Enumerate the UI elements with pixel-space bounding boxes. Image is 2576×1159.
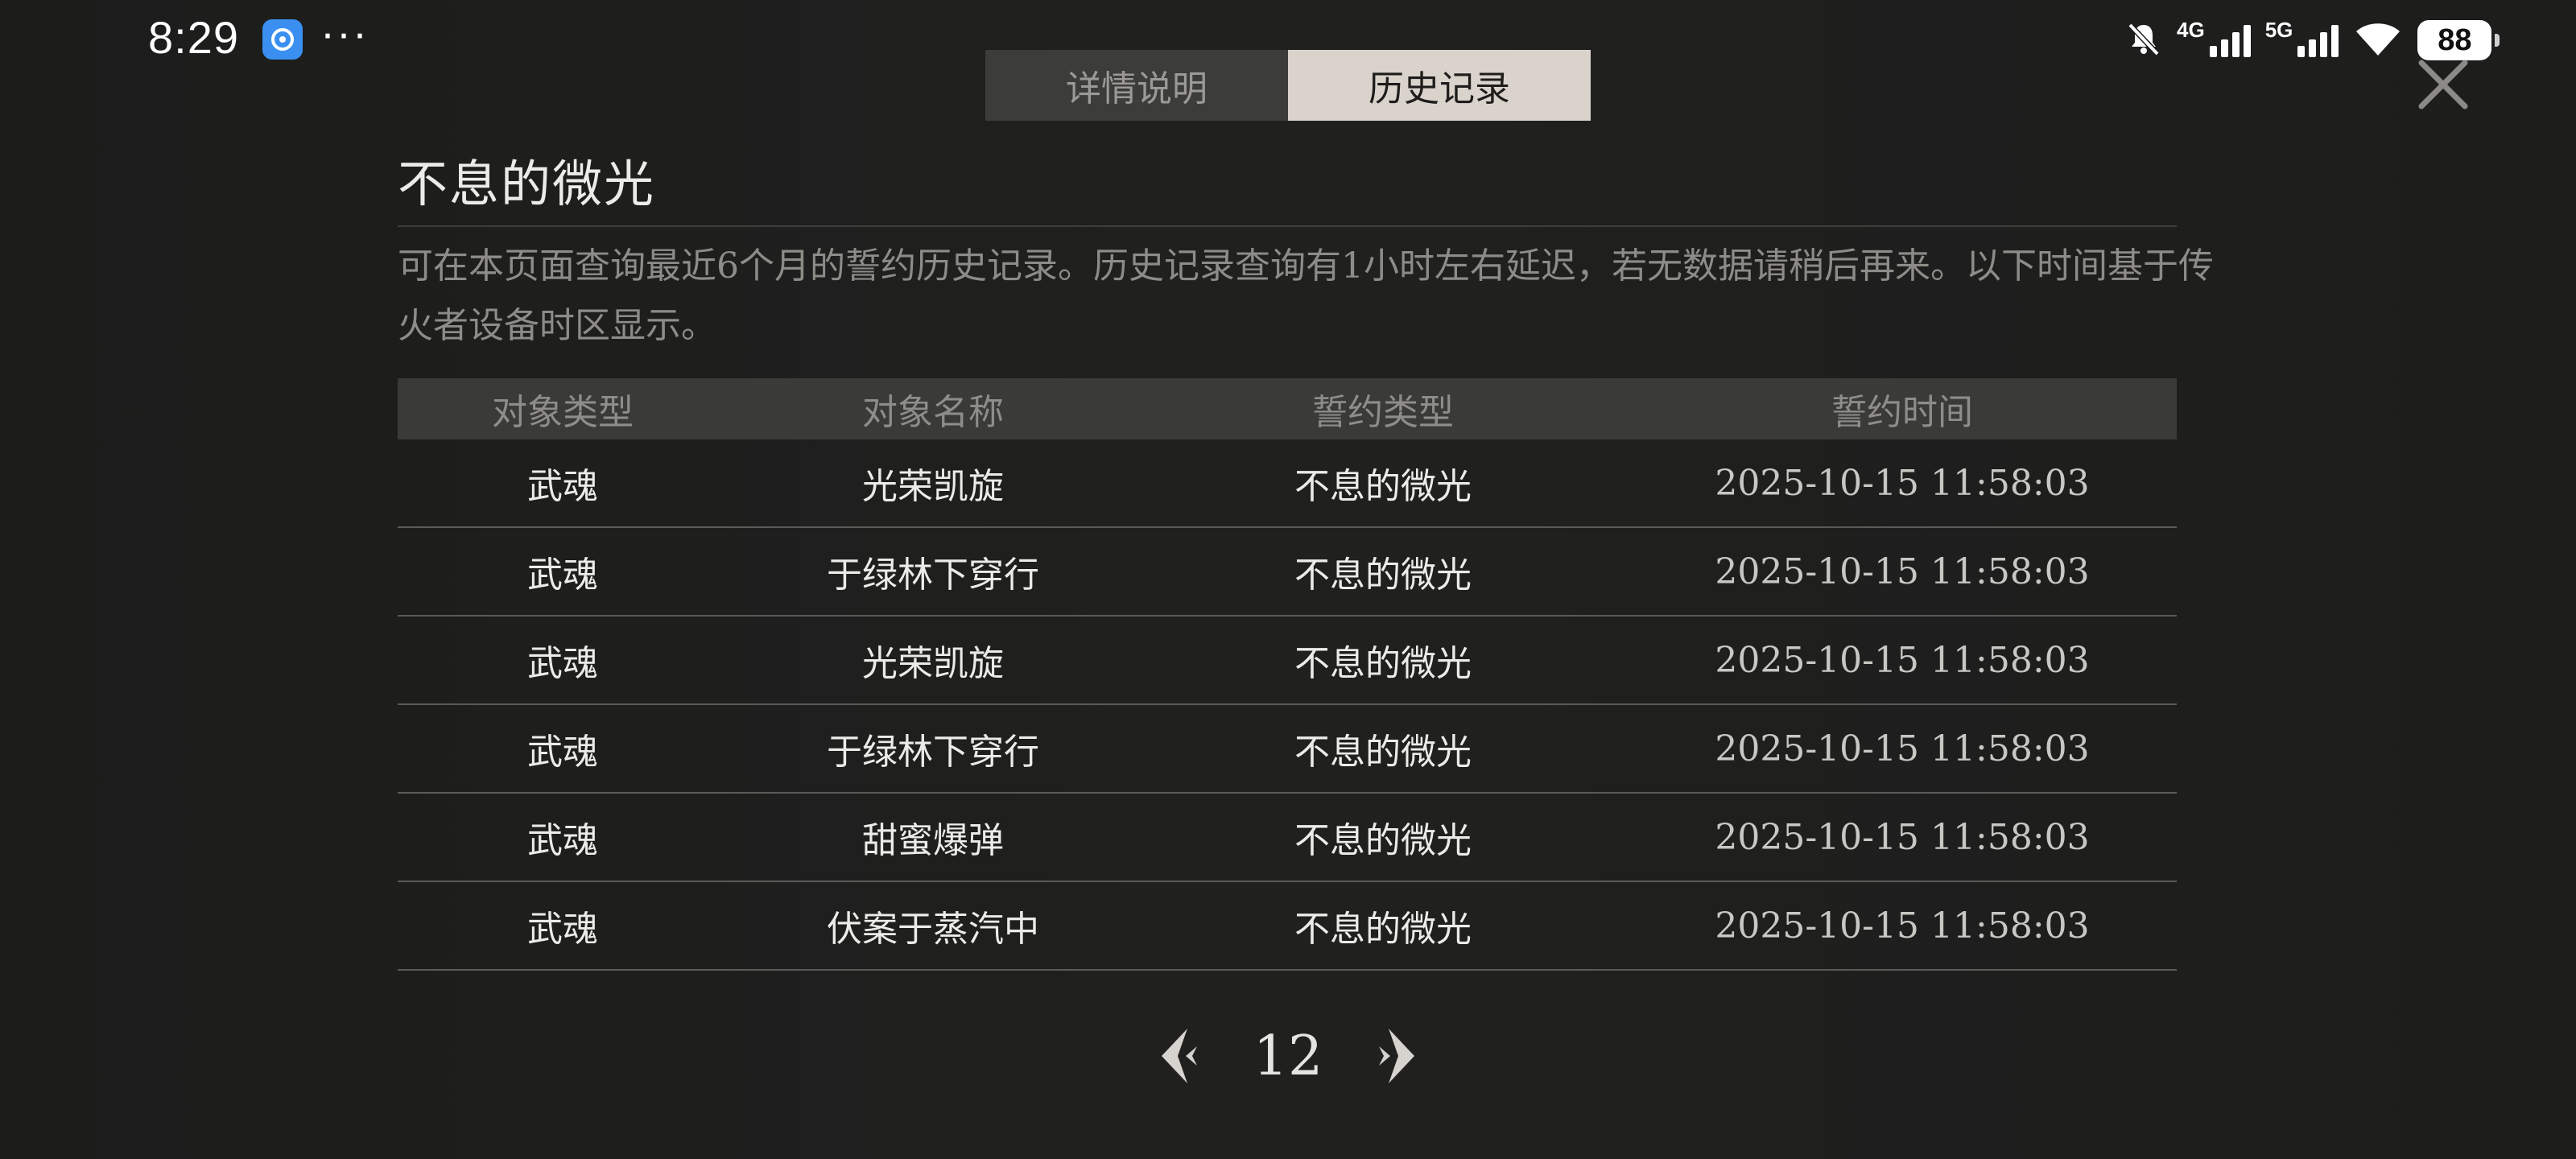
cell-object-name: 于绿林下穿行	[827, 732, 1039, 773]
cell-object-type: 武魂	[527, 555, 598, 596]
cell-vow-type: 不息的微光	[1294, 555, 1472, 596]
cell-object-name: 光荣凯旋	[862, 643, 1004, 684]
header-vow-time: 誓约时间	[1831, 392, 1973, 433]
header-vow-type: 誓约类型	[1312, 392, 1454, 433]
mute-icon	[2125, 20, 2162, 61]
battery-icon: 88	[2417, 20, 2500, 60]
more-notifications-icon: ···	[320, 9, 369, 57]
next-page-icon	[1379, 1029, 1414, 1083]
description-text: 可在本页面查询最近6个月的誓约历史记录。历史记录查询有1小时左右延迟，若无数据请…	[398, 245, 2214, 346]
next-page-button[interactable]	[1368, 1024, 1425, 1088]
cell-vow-time: 2025-10-15 11:58:03	[1715, 462, 2090, 504]
cell-vow-time: 2025-10-15 11:58:03	[1715, 551, 2090, 592]
page-title: 不息的微光	[398, 155, 656, 213]
cell-vow-type: 不息的微光	[1294, 909, 1472, 950]
tab-history[interactable]: 历史记录	[1288, 50, 1591, 121]
cell-vow-time: 2025-10-15 11:58:03	[1715, 905, 2090, 947]
table-header: 对象类型 对象名称 誓约类型 誓约时间	[398, 378, 2177, 439]
cell-object-name: 于绿林下穿行	[827, 555, 1039, 596]
cell-vow-type: 不息的微光	[1294, 820, 1472, 861]
table-row: 武魂 光荣凯旋 不息的微光 2025-10-15 11:58:03	[398, 617, 2177, 705]
network-4g-label: 4G	[2177, 18, 2205, 42]
prev-page-button[interactable]	[1151, 1024, 1208, 1088]
signal-bars-icon	[2297, 23, 2339, 57]
cell-vow-time: 2025-10-15 11:58:03	[1715, 639, 2090, 681]
table-row: 武魂 于绿林下穿行 不息的微光 2025-10-15 11:58:03	[398, 528, 2177, 617]
cell-vow-type: 不息的微光	[1294, 466, 1472, 507]
cell-object-name: 伏案于蒸汽中	[827, 909, 1039, 950]
cell-object-name: 甜蜜爆弹	[862, 820, 1004, 861]
page-number: 12	[1253, 1024, 1323, 1088]
close-icon	[2418, 60, 2468, 109]
table-row: 武魂 伏案于蒸汽中 不息的微光 2025-10-15 11:58:03	[398, 882, 2177, 971]
cell-vow-time: 2025-10-15 11:58:03	[1715, 816, 2090, 858]
prev-page-icon	[1162, 1029, 1197, 1083]
table-row: 武魂 于绿林下穿行 不息的微光 2025-10-15 11:58:03	[398, 705, 2177, 794]
wifi-icon	[2353, 20, 2403, 61]
header-object-type: 对象类型	[492, 392, 634, 433]
cell-object-type: 武魂	[527, 909, 598, 950]
pagination: 12	[1151, 1016, 1425, 1096]
tab-details[interactable]: 详情说明	[985, 50, 1288, 121]
header-object-name: 对象名称	[862, 392, 1004, 433]
signal-bars-icon	[2209, 23, 2251, 57]
title-divider	[398, 225, 2177, 227]
cell-object-type: 武魂	[527, 643, 598, 684]
cell-object-type: 武魂	[527, 732, 598, 773]
history-table: 对象类型 对象名称 誓约类型 誓约时间 武魂 光荣凯旋 不息的微光 2025-1…	[398, 378, 2177, 971]
table-row: 武魂 甜蜜爆弹 不息的微光 2025-10-15 11:58:03	[398, 794, 2177, 882]
cell-object-type: 武魂	[527, 820, 598, 861]
cell-vow-type: 不息的微光	[1294, 643, 1472, 684]
cell-vow-time: 2025-10-15 11:58:03	[1715, 728, 2090, 769]
network-5g-label: 5G	[2264, 18, 2293, 42]
cell-object-name: 光荣凯旋	[862, 466, 1004, 507]
close-button[interactable]	[2415, 56, 2471, 113]
status-time: 8:29	[148, 12, 239, 63]
cell-object-type: 武魂	[527, 466, 598, 507]
table-row: 武魂 光荣凯旋 不息的微光 2025-10-15 11:58:03	[398, 439, 2177, 528]
app-notification-icon	[262, 19, 303, 60]
tab-bar: 详情说明 历史记录	[985, 50, 1591, 121]
cell-vow-type: 不息的微光	[1294, 732, 1472, 773]
